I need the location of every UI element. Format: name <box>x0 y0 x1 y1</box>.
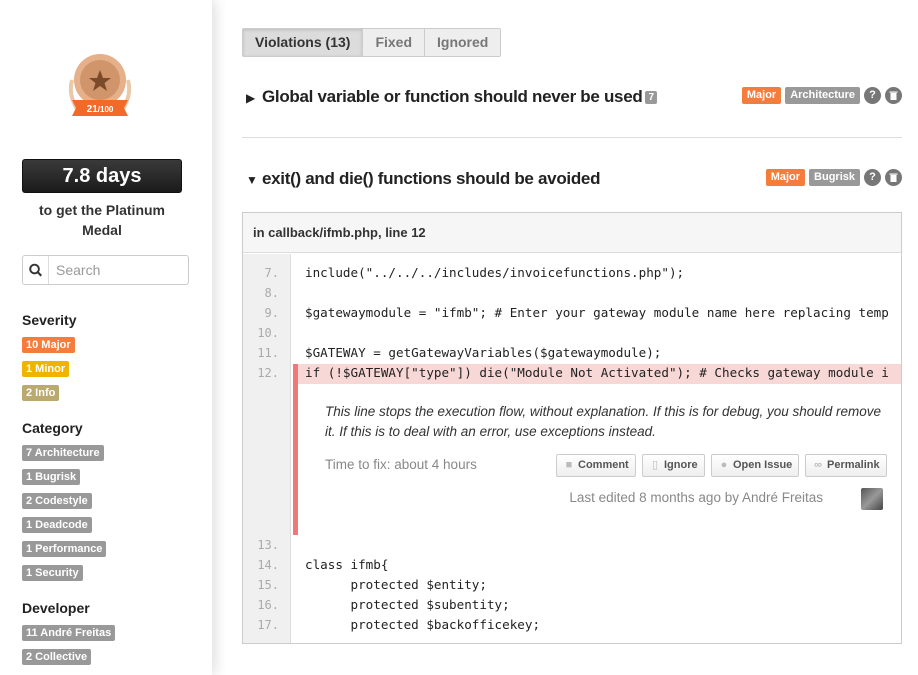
help-icon[interactable]: ? <box>864 169 881 186</box>
code-line: if (!$GATEWAY["type"]) die("Module Not A… <box>305 365 889 380</box>
category-heading: Category <box>22 420 83 436</box>
svg-text:21/100: 21/100 <box>87 104 114 115</box>
filter-category-architecture[interactable]: 7 Architecture <box>22 445 104 461</box>
code-line: $GATEWAY = getGatewayVariables($gatewaym… <box>305 345 662 360</box>
violation-actions: Major Architecture ? <box>741 87 902 104</box>
filter-category-bugrisk[interactable]: 1 Bugrisk <box>22 469 81 485</box>
help-icon[interactable]: ? <box>864 87 881 104</box>
time-to-fix: Time to fix: about 4 hours <box>325 457 477 472</box>
code-line: protected $entity; <box>305 577 487 592</box>
line-number: 10. <box>257 326 279 340</box>
filter-category-codestyle[interactable]: 2 Codestyle <box>22 493 92 509</box>
code-line: protected $subentity; <box>305 597 510 612</box>
snippet-file-header: in callback/ifmb.php, line 12 <box>243 213 901 253</box>
days-subtitle: to get the Platinum Medal <box>39 202 165 238</box>
filter-category-performance[interactable]: 1 Performance <box>22 541 107 557</box>
tab-ignored[interactable]: Ignored <box>425 29 501 56</box>
github-icon: ● <box>720 459 728 471</box>
severity-badge: Major <box>741 87 782 104</box>
occurrence-count-badge: 7 <box>645 91 657 105</box>
violation-title: exit() and die() functions should be avo… <box>262 169 601 188</box>
line-number: 15. <box>257 578 279 592</box>
filter-developer-andre[interactable]: 11 André Freitas <box>22 625 116 641</box>
line-number: 16. <box>257 598 279 612</box>
filter-category-security[interactable]: 1 Security <box>22 565 83 581</box>
filter-severity-info[interactable]: 2 Info <box>22 385 60 401</box>
category-badge: Bugrisk <box>809 169 860 186</box>
code-line: $gatewaymodule = "ifmb"; # Enter your ga… <box>305 305 889 320</box>
line-number: 7. <box>264 266 279 280</box>
expand-triangle-icon: ▶ <box>246 91 255 105</box>
violation-title: Global variable or function should never… <box>262 87 643 106</box>
line-number: 17. <box>257 618 279 632</box>
collapse-triangle-icon: ▼ <box>246 173 258 187</box>
issue-panel: This line stops the execution flow, with… <box>293 384 901 535</box>
violations-tabs: Violations (13) Fixed Ignored <box>242 28 502 57</box>
violation-actions: Major Bugrisk ? <box>765 169 902 186</box>
avatar[interactable] <box>861 488 883 510</box>
line-number: 8. <box>264 286 279 300</box>
tab-fixed[interactable]: Fixed <box>363 29 426 56</box>
line-number: 13. <box>257 538 279 552</box>
link-icon: ∞ <box>814 459 822 471</box>
trash-icon: ▯ <box>651 459 659 471</box>
filter-severity-minor[interactable]: 1 Minor <box>22 361 70 377</box>
code-line: include("../../../includes/invoicefuncti… <box>305 265 685 280</box>
ignore-button[interactable]: ▯ Ignore <box>642 454 705 477</box>
violation-row-exit-die[interactable]: ▼ exit() and die() functions should be av… <box>246 169 600 189</box>
last-edited-text: Last edited 8 months ago by André Freita… <box>569 490 823 505</box>
category-badge: Architecture <box>785 87 860 104</box>
severity-badge: Major <box>765 169 806 186</box>
tab-violations[interactable]: Violations (13) <box>243 29 364 56</box>
filter-category-deadcode[interactable]: 1 Deadcode <box>22 517 92 533</box>
code-line: class ifmb{ <box>305 557 389 572</box>
developer-heading: Developer <box>22 600 90 616</box>
filter-developer-collective[interactable]: 2 Collective <box>22 649 92 665</box>
open-issue-button[interactable]: ● Open Issue <box>711 454 800 477</box>
line-number: 11. <box>257 346 279 360</box>
trash-icon[interactable] <box>885 169 902 186</box>
comment-icon: ■ <box>565 459 573 471</box>
comment-button[interactable]: ■ Comment <box>556 454 636 477</box>
search-input[interactable] <box>50 256 187 284</box>
line-number: 14. <box>257 558 279 572</box>
days-counter: 7.8 days <box>22 159 182 193</box>
severity-heading: Severity <box>22 312 77 328</box>
code-snippet: in callback/ifmb.php, line 12 7. include… <box>242 212 902 644</box>
filter-severity-major[interactable]: 10 Major <box>22 337 75 353</box>
code-line: protected $backofficekey; <box>305 617 541 632</box>
trash-icon[interactable] <box>885 87 902 104</box>
search-box[interactable] <box>22 255 189 285</box>
issue-message: This line stops the execution flow, with… <box>325 404 882 439</box>
divider <box>242 137 902 138</box>
violation-row-global-variable[interactable]: ▶ Global variable or function should neve… <box>246 87 657 107</box>
line-number: 9. <box>264 306 279 320</box>
permalink-button[interactable]: ∞ Permalink <box>805 454 887 477</box>
search-icon <box>29 256 49 284</box>
line-number: 12. <box>257 366 279 380</box>
sidebar: 21/100 7.8 days to get the Platinum Meda… <box>0 0 212 675</box>
bronze-medal-icon: 21/100 <box>68 54 132 116</box>
